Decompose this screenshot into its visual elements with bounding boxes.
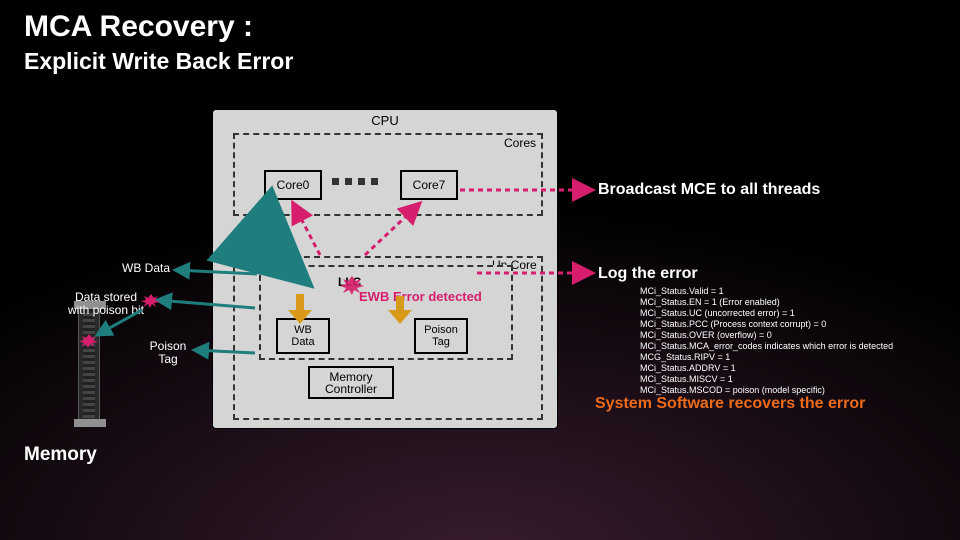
- page-subtitle: Explicit Write Back Error: [24, 48, 293, 75]
- recovers-callout: System Software recovers the error: [595, 395, 865, 413]
- core7-block: Core7: [400, 170, 458, 200]
- memory-label: Memory: [24, 444, 97, 466]
- status-line: MCi_Status.PCC (Process context corrupt)…: [640, 319, 950, 330]
- cores-ellipsis-icon: [332, 178, 378, 185]
- new-data-label: New Data: [238, 226, 280, 248]
- status-line: MCi_Status.Valid = 1: [640, 286, 950, 297]
- status-list: MCi_Status.Valid = 1MCi_Status.EN = 1 (E…: [640, 286, 950, 396]
- memory-controller-box: Memory Controller: [308, 366, 394, 399]
- status-line: MCi_Status.MISCV = 1: [640, 374, 950, 385]
- ewb-error-label: EWB Error detected: [359, 289, 482, 304]
- page-title: MCA Recovery :: [24, 10, 253, 44]
- data-stored-label: Data stored with poison bit: [60, 291, 152, 317]
- status-line: MCi_Status.OVER (overflow) = 0: [640, 330, 950, 341]
- core0-block: Core0: [264, 170, 322, 200]
- status-line: MCi_Status.ADDRV = 1: [640, 363, 950, 374]
- wb-data-box: WB Data: [276, 318, 330, 354]
- wb-data-label: WB Data: [122, 261, 170, 275]
- status-line: MCG_Status.RIPV = 1: [640, 352, 950, 363]
- cpu-label: CPU: [212, 113, 558, 128]
- status-line: MCi_Status.MCA_error_codes indicates whi…: [640, 341, 950, 352]
- poison-tag-label: Poison Tag: [144, 340, 192, 366]
- status-line: MCi_Status.EN = 1 (Error enabled): [640, 297, 950, 308]
- status-line: MCi_Status.UC (uncorrected error) = 1: [640, 308, 950, 319]
- broadcast-callout: Broadcast MCE to all threads: [598, 181, 820, 199]
- poison-tag-box: Poison Tag: [414, 318, 468, 354]
- cores-label: Cores: [502, 136, 538, 150]
- llc-label: LLC: [338, 275, 361, 289]
- memory-module-icon: [78, 305, 100, 423]
- log-error-callout: Log the error: [598, 265, 698, 283]
